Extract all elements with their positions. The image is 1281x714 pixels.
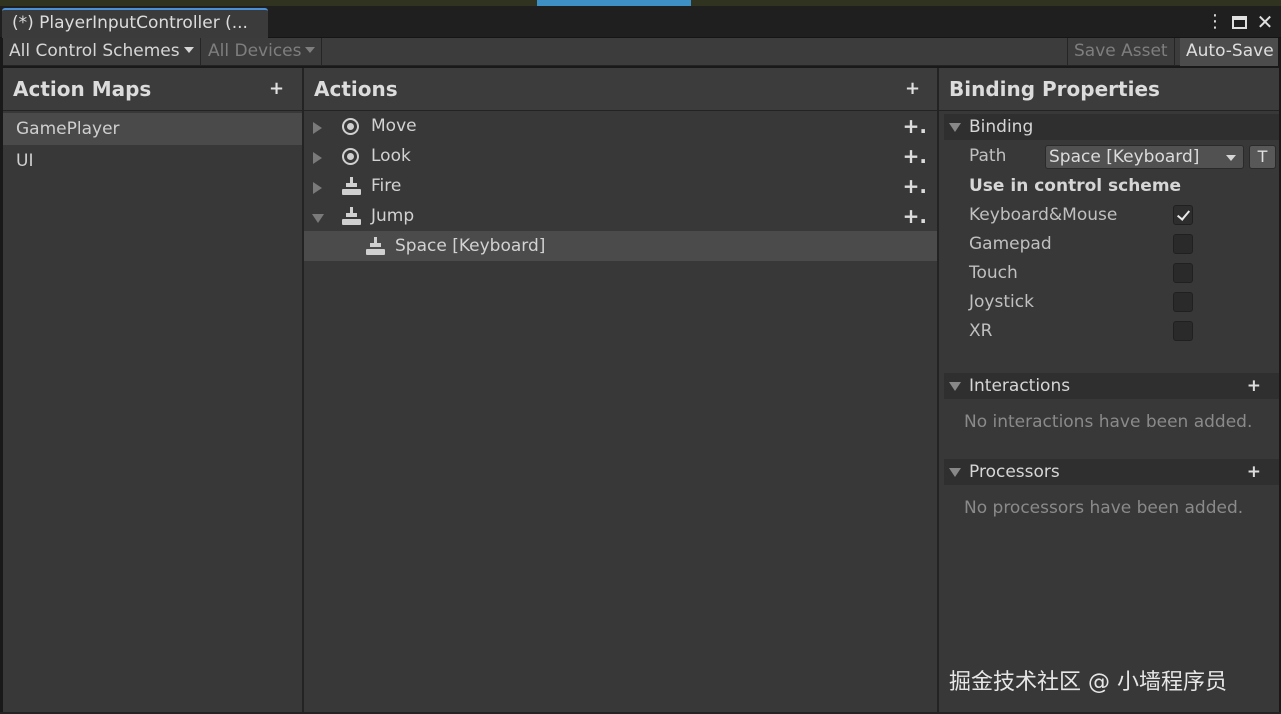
window-tab[interactable]: (*) PlayerInputController (... [2, 8, 268, 38]
action-map-item-gameplayer[interactable]: GamePlayer [3, 113, 302, 145]
processors-empty-message: No processors have been added. [964, 498, 1244, 518]
binding-properties-header: Binding Properties [939, 68, 1279, 111]
action-maps-header: Action Maps + [3, 68, 302, 111]
watermark: 掘金技术社区 @ 小墙程序员 [949, 670, 1227, 695]
actions-header: Actions + [304, 68, 937, 111]
control-schemes-label: All Control Schemes [9, 41, 180, 61]
expand-arrow-icon[interactable] [313, 152, 322, 164]
interactions-section-header[interactable]: Interactions + [944, 373, 1279, 399]
devices-dropdown[interactable]: All Devices [202, 38, 323, 66]
add-binding-button[interactable]: +. [903, 201, 927, 231]
actions-title: Actions [314, 77, 398, 101]
add-processor-button[interactable]: + [1247, 459, 1261, 485]
kebab-menu-icon[interactable]: ⋮ [1206, 10, 1224, 34]
actions-pane: Actions + Move +. Look +. Fire +. Jump +… [304, 68, 937, 712]
processors-section-header[interactable]: Processors + [944, 459, 1279, 485]
use-in-control-scheme-label: Use in control scheme [969, 176, 1182, 196]
expand-arrow-icon[interactable] [313, 182, 322, 194]
scheme-checkbox-gamepad[interactable] [1173, 234, 1193, 254]
action-item-fire[interactable]: Fire +. [304, 171, 937, 201]
action-label: Jump [371, 206, 415, 226]
action-label: Look [371, 146, 411, 166]
action-maps-pane: Action Maps + GamePlayer UI [3, 68, 302, 712]
action-maps-title: Action Maps [13, 77, 152, 101]
button-icon [342, 207, 361, 225]
path-label: Path [969, 146, 1007, 166]
interactions-empty-message: No interactions have been added. [964, 412, 1253, 432]
collapse-arrow-icon[interactable] [312, 214, 324, 223]
binding-label: Space [Keyboard] [395, 236, 546, 256]
collapse-arrow-icon[interactable] [949, 382, 961, 391]
window-tab-bar: (*) PlayerInputController (... ⋮ ✕ [0, 6, 1281, 38]
control-schemes-dropdown[interactable]: All Control Schemes [3, 38, 201, 66]
action-item-move[interactable]: Move +. [304, 111, 937, 141]
scheme-label-xr: XR [969, 321, 993, 341]
add-binding-button[interactable]: +. [903, 171, 927, 201]
text-mode-button[interactable]: T [1249, 145, 1276, 169]
button-icon [342, 177, 361, 195]
scheme-label-gamepad: Gamepad [969, 234, 1052, 254]
path-value: Space [Keyboard] [1049, 147, 1200, 167]
binding-section-label: Binding [969, 117, 1034, 137]
chevron-down-icon [305, 47, 316, 53]
expand-arrow-icon[interactable] [313, 122, 322, 134]
binding-properties-pane: Binding Properties Binding Path Space [K… [939, 68, 1279, 712]
chevron-down-icon [183, 47, 194, 53]
scheme-label-joystick: Joystick [969, 292, 1034, 312]
add-binding-button[interactable]: +. [903, 141, 927, 171]
path-dropdown[interactable]: Space [Keyboard] [1045, 145, 1244, 169]
action-label: Move [371, 116, 417, 136]
add-action-button[interactable]: + [905, 78, 920, 99]
binding-properties-title: Binding Properties [949, 77, 1160, 101]
action-item-look[interactable]: Look +. [304, 141, 937, 171]
scheme-label-keyboard-mouse: Keyboard&Mouse [969, 205, 1118, 225]
action-label: Fire [371, 176, 402, 196]
maximize-icon[interactable] [1232, 16, 1247, 29]
auto-save-toggle[interactable]: Auto-Save [1180, 38, 1278, 66]
binding-section-header[interactable]: Binding [944, 114, 1279, 140]
add-interaction-button[interactable]: + [1247, 373, 1261, 399]
binding-item-space-keyboard[interactable]: Space [Keyboard] [304, 231, 937, 261]
add-action-map-button[interactable]: + [269, 78, 284, 99]
collapse-arrow-icon[interactable] [949, 468, 961, 477]
processors-section-label: Processors [969, 462, 1060, 482]
action-item-jump[interactable]: Jump +. [304, 201, 937, 231]
devices-label: All Devices [208, 41, 302, 61]
scheme-checkbox-touch[interactable] [1173, 263, 1193, 283]
add-binding-button[interactable]: +. [903, 111, 927, 141]
collapse-arrow-icon[interactable] [949, 123, 961, 132]
scheme-checkbox-keyboard-mouse[interactable] [1173, 205, 1193, 225]
scheme-label-touch: Touch [969, 263, 1018, 283]
interactions-section-label: Interactions [969, 376, 1071, 396]
radial-icon [342, 148, 359, 165]
button-icon [366, 237, 385, 255]
action-map-item-ui[interactable]: UI [3, 145, 302, 177]
close-icon[interactable]: ✕ [1255, 10, 1275, 34]
scheme-checkbox-joystick[interactable] [1173, 292, 1193, 312]
toolbar: All Control Schemes All Devices Save Ass… [3, 38, 1278, 66]
chevron-down-icon [1226, 155, 1236, 161]
radial-icon [342, 118, 359, 135]
save-asset-button[interactable]: Save Asset [1067, 38, 1175, 66]
scheme-checkbox-xr[interactable] [1173, 321, 1193, 341]
